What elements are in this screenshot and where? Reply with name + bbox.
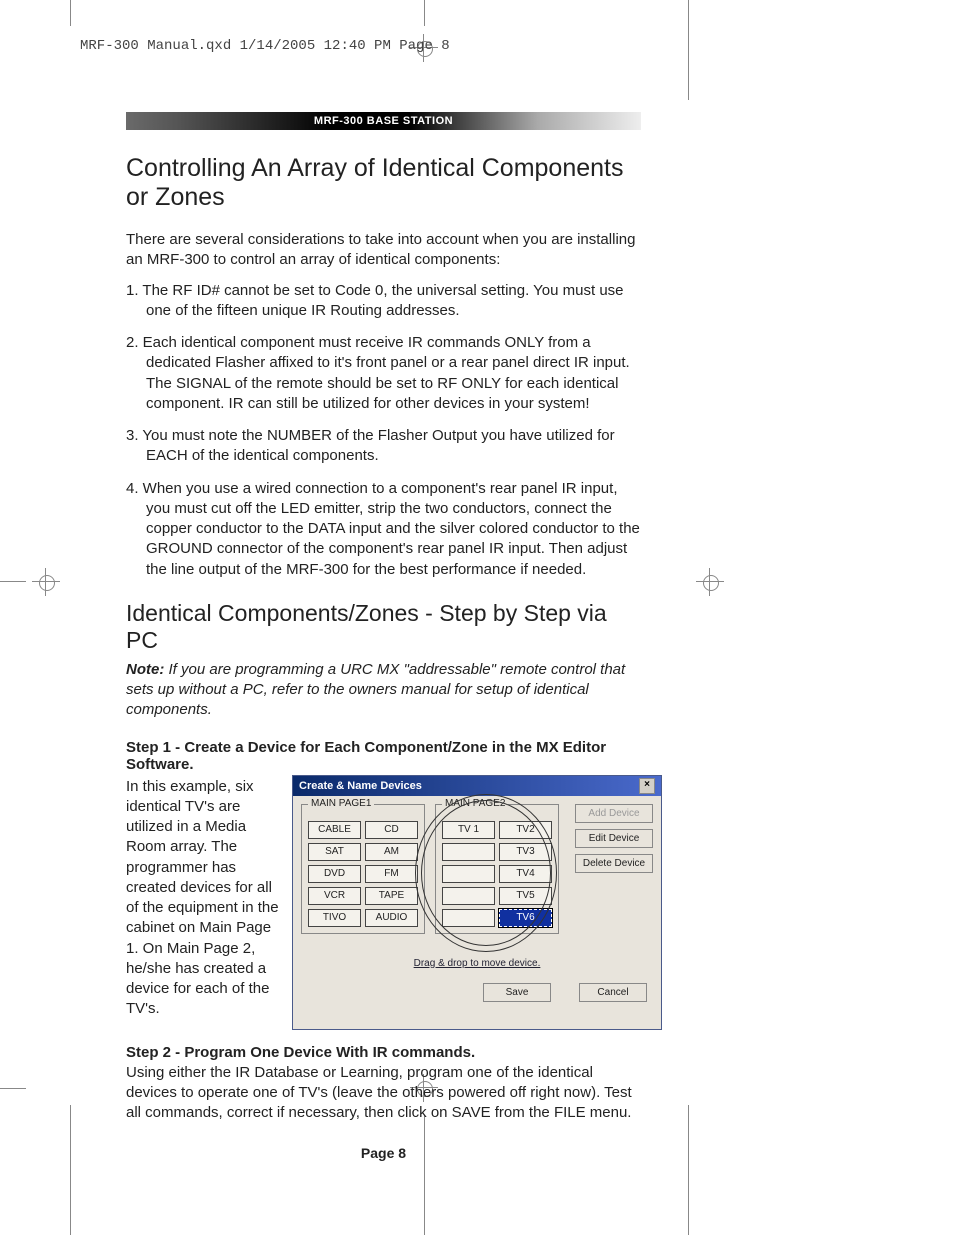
- step1-paragraph: In this example, six identical TV's are …: [126, 777, 284, 1020]
- step1-title: Step 1 - Create a Device for Each Compon…: [126, 739, 641, 773]
- crop-mark: [0, 581, 26, 582]
- dialog-title: Create & Name Devices: [299, 780, 422, 792]
- device-button-empty[interactable]: [442, 909, 495, 927]
- dialog-pages: MAIN PAGE1 CABLE CD SAT AM DVD FM VCR TA…: [301, 804, 653, 934]
- device-button[interactable]: VCR: [308, 887, 361, 905]
- file-path-header: MRF-300 Manual.qxd 1/14/2005 12:40 PM Pa…: [80, 38, 450, 54]
- create-devices-dialog: Create & Name Devices × MAIN PAGE1 CABLE…: [292, 775, 662, 1030]
- heading-main: Controlling An Array of Identical Compon…: [126, 154, 641, 212]
- device-button-empty[interactable]: [442, 843, 495, 861]
- device-button[interactable]: TV4: [499, 865, 552, 883]
- device-button[interactable]: TIVO: [308, 909, 361, 927]
- device-button[interactable]: TV2: [499, 821, 552, 839]
- list-item: 2. Each identical component must receive…: [126, 333, 641, 414]
- step2-paragraph: Using either the IR Database or Learning…: [126, 1063, 641, 1124]
- crop-mark: [688, 0, 689, 100]
- device-button[interactable]: AUDIO: [365, 909, 418, 927]
- dialog-side-buttons: Add Device Edit Device Delete Device: [575, 804, 653, 934]
- main-page2-group: MAIN PAGE2 TV 1 TV2 TV3 TV4 TV5 TV6: [435, 804, 559, 934]
- step1-section: In this example, six identical TV's are …: [126, 775, 641, 1030]
- edit-device-button[interactable]: Edit Device: [575, 829, 653, 848]
- dialog-body: MAIN PAGE1 CABLE CD SAT AM DVD FM VCR TA…: [293, 796, 661, 1008]
- registration-mark-left: [32, 568, 60, 596]
- device-button-empty[interactable]: [442, 865, 495, 883]
- main-page1-group: MAIN PAGE1 CABLE CD SAT AM DVD FM VCR TA…: [301, 804, 425, 934]
- list-item: 4. When you use a wired connection to a …: [126, 479, 641, 580]
- heading-sub: Identical Components/Zones - Step by Ste…: [126, 600, 641, 654]
- cancel-button[interactable]: Cancel: [579, 983, 647, 1002]
- considerations-list: 1. The RF ID# cannot be set to Code 0, t…: [126, 281, 641, 580]
- device-button[interactable]: CABLE: [308, 821, 361, 839]
- page2-grid: TV 1 TV2 TV3 TV4 TV5 TV6: [442, 821, 552, 927]
- device-button[interactable]: AM: [365, 843, 418, 861]
- crop-mark: [424, 0, 425, 26]
- delete-device-button[interactable]: Delete Device: [575, 854, 653, 873]
- crop-mark: [70, 0, 71, 26]
- page-content: MRF-300 BASE STATION Controlling An Arra…: [126, 112, 641, 1161]
- device-button[interactable]: SAT: [308, 843, 361, 861]
- drag-hint: Drag & drop to move device.: [301, 958, 653, 969]
- add-device-button[interactable]: Add Device: [575, 804, 653, 823]
- section-bar: MRF-300 BASE STATION: [126, 112, 641, 130]
- note-paragraph: Note: If you are programming a URC MX "a…: [126, 660, 641, 721]
- intro-paragraph: There are several considerations to take…: [126, 230, 641, 271]
- crop-mark: [688, 1105, 689, 1235]
- dialog-titlebar: Create & Name Devices ×: [293, 776, 661, 796]
- device-button-empty[interactable]: [442, 887, 495, 905]
- step2-title: Step 2 - Program One Device With IR comm…: [126, 1044, 641, 1061]
- registration-mark-right: [696, 568, 724, 596]
- device-button[interactable]: TAPE: [365, 887, 418, 905]
- step1-text: In this example, six identical TV's are …: [126, 775, 284, 1030]
- page1-grid: CABLE CD SAT AM DVD FM VCR TAPE TIVO AUD…: [308, 821, 418, 927]
- device-button[interactable]: TV5: [499, 887, 552, 905]
- page1-legend: MAIN PAGE1: [308, 798, 374, 809]
- device-button-selected[interactable]: TV6: [499, 909, 552, 927]
- list-item: 3. You must note the NUMBER of the Flash…: [126, 426, 641, 467]
- crop-mark: [70, 1105, 71, 1235]
- note-body: If you are programming a URC MX "address…: [126, 661, 625, 719]
- device-button[interactable]: TV3: [499, 843, 552, 861]
- device-button[interactable]: DVD: [308, 865, 361, 883]
- page2-legend: MAIN PAGE2: [442, 798, 508, 809]
- device-button[interactable]: FM: [365, 865, 418, 883]
- dialog-footer: Save Cancel: [301, 983, 653, 1002]
- device-button[interactable]: CD: [365, 821, 418, 839]
- note-label: Note:: [126, 661, 164, 678]
- save-button[interactable]: Save: [483, 983, 551, 1002]
- crop-mark: [0, 1088, 26, 1089]
- close-icon[interactable]: ×: [639, 778, 655, 794]
- device-button[interactable]: TV 1: [442, 821, 495, 839]
- list-item: 1. The RF ID# cannot be set to Code 0, t…: [126, 281, 641, 322]
- page-number: Page 8: [126, 1145, 641, 1161]
